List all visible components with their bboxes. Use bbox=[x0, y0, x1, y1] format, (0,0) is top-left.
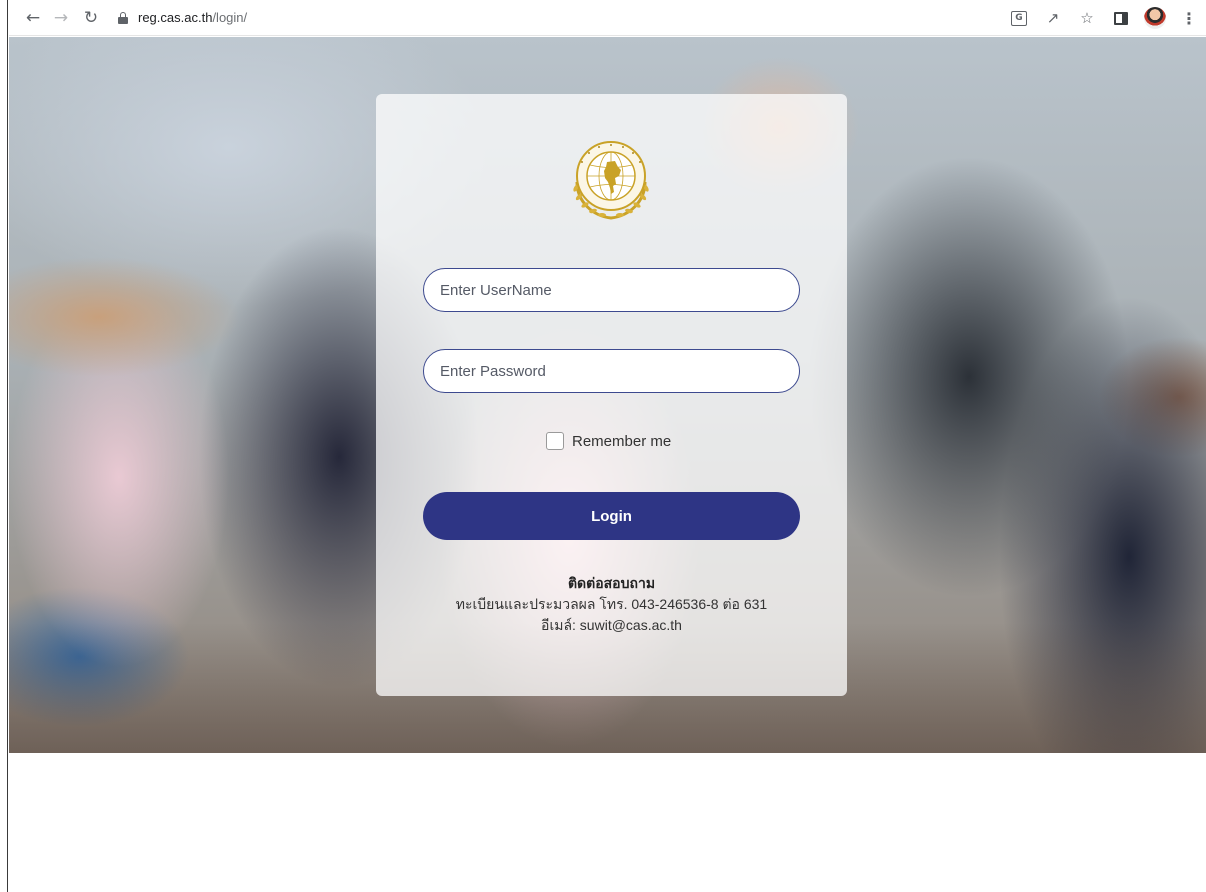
contact-phone: ทะเบียนและประมวลผล โทร. 043-246536-8 ต่อ… bbox=[455, 596, 768, 612]
remember-me-checkbox[interactable] bbox=[546, 432, 564, 450]
window-edge bbox=[0, 0, 8, 892]
login-button[interactable]: Login bbox=[423, 492, 800, 540]
contact-email: อีเมล์: suwit@cas.ac.th bbox=[541, 617, 682, 633]
address-bar[interactable]: reg.cas.ac.th/login/ bbox=[117, 4, 247, 32]
profile-avatar[interactable] bbox=[1144, 7, 1166, 29]
side-panel-icon[interactable] bbox=[1110, 7, 1132, 29]
contact-info: ติดต่อสอบถาม ทะเบียนและประมวลผล โทร. 043… bbox=[376, 572, 847, 636]
remember-me-row[interactable]: Remember me bbox=[546, 430, 671, 452]
share-icon[interactable]: ↗ bbox=[1042, 7, 1064, 29]
contact-title: ติดต่อสอบถาม bbox=[567, 575, 656, 591]
browser-toolbar: ← → ↻ reg.cas.ac.th/login/ G ↗ ☆ ⋮ bbox=[9, 0, 1206, 36]
college-logo bbox=[573, 141, 649, 220]
translate-icon[interactable]: G bbox=[1008, 7, 1030, 29]
reload-icon[interactable]: ↻ bbox=[79, 6, 103, 30]
url-host: reg.cas.ac.th bbox=[138, 10, 213, 25]
lock-icon[interactable] bbox=[117, 11, 129, 25]
username-input[interactable] bbox=[423, 268, 800, 312]
password-input[interactable] bbox=[423, 349, 800, 393]
login-page: Remember me Login ติดต่อสอบถาม ทะเบียนแล… bbox=[9, 37, 1206, 753]
remember-me-label[interactable]: Remember me bbox=[572, 433, 671, 450]
login-card: Remember me Login ติดต่อสอบถาม ทะเบียนแล… bbox=[376, 94, 847, 696]
forward-arrow-icon[interactable]: → bbox=[49, 6, 73, 30]
url-path: /login/ bbox=[212, 10, 248, 25]
kebab-menu-icon[interactable]: ⋮ bbox=[1178, 7, 1200, 29]
bookmark-star-icon[interactable]: ☆ bbox=[1076, 7, 1098, 29]
back-arrow-icon[interactable]: ← bbox=[21, 6, 45, 30]
